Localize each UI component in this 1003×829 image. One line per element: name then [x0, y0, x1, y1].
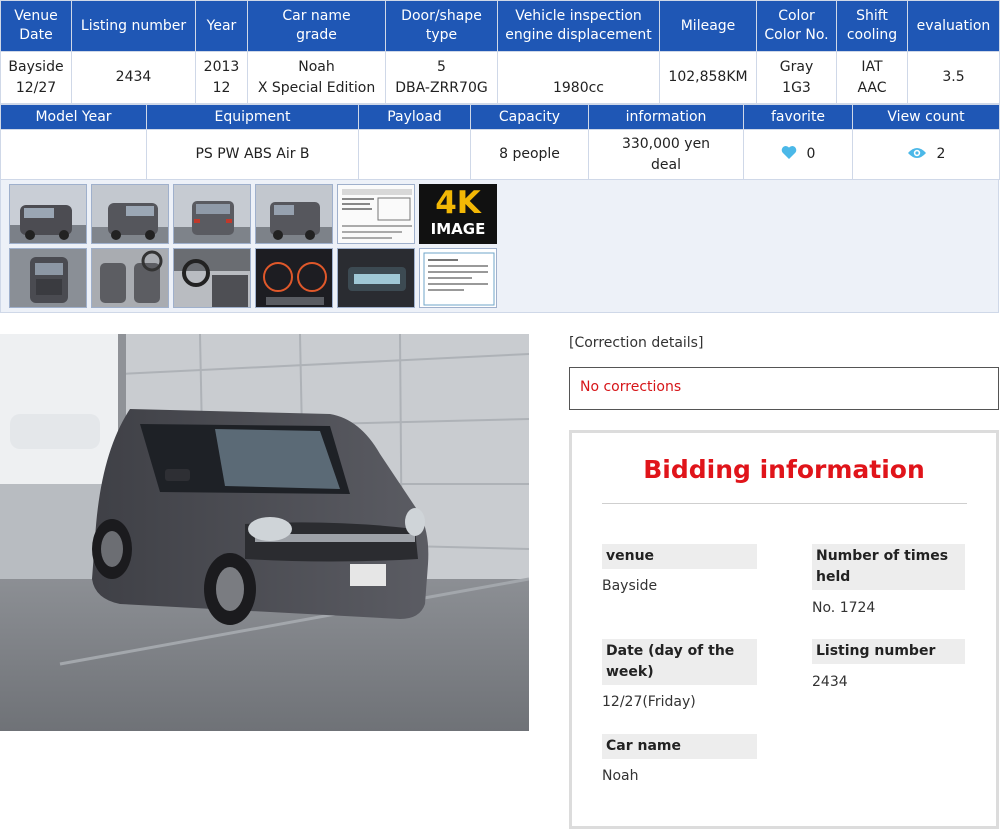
header-payload: Payload [358, 104, 471, 130]
spec-header-row: Venue Date Listing number Year Car name gr… [0, 0, 1000, 52]
view-count-cell: 2 [852, 129, 1000, 180]
view-count: 2 [936, 146, 946, 162]
thumbnail-rear-top[interactable] [9, 248, 87, 308]
venue-label: venue [602, 544, 757, 569]
header-color: Color Color No. [756, 0, 837, 52]
date-value: 12/27(Friday) [602, 694, 696, 710]
listing-number-value: 2434 [812, 674, 848, 690]
header-listing-number: Listing number [71, 0, 196, 52]
thumbnail-instrument-cluster[interactable] [255, 248, 333, 308]
date-label: Date (day of the week) [602, 639, 757, 685]
favorite-count: 0 [806, 146, 816, 162]
thumbnail-front-left[interactable] [9, 184, 87, 244]
cell-door-shape-type: 5 DBA-ZRR70G [385, 51, 498, 104]
header-year: Year [195, 0, 248, 52]
4k-badge: 4K IMAGE [419, 184, 497, 244]
correction-details-box: No corrections [569, 367, 999, 410]
cell-mileage: 102,858KM [659, 51, 757, 104]
car-name-value: Noah [602, 768, 639, 784]
header-inspection-displacement: Vehicle inspection engine displacement [497, 0, 660, 52]
thumbnail-dashboard[interactable] [173, 248, 251, 308]
cell-year: 2013 12 [195, 51, 248, 104]
thumbnail-front-seats[interactable] [91, 248, 169, 308]
cell-venue-date: Bayside 12/27 [0, 51, 72, 104]
cell-car-name-grade: Noah X Special Edition [247, 51, 386, 104]
vehicle-main-photo[interactable] [0, 334, 529, 731]
header-shift-cooling: Shift cooling [836, 0, 908, 52]
car-name-label: Car name [602, 734, 757, 759]
bidding-information-panel: Bidding information venue Bayside Number… [569, 430, 999, 829]
thumbnail-odometer[interactable] [337, 248, 415, 308]
4k-badge-image: IMAGE [419, 220, 497, 238]
secondary-value-row: PS PW ABS Air B 8 people 330,000 yen deal… [0, 129, 1000, 180]
cell-shift-cooling: IAT AAC [836, 51, 908, 104]
correction-details-label: [Correction details] [569, 335, 704, 351]
thumbnail-rear-left[interactable] [255, 184, 333, 244]
bidding-divider [602, 503, 967, 504]
header-favorite: favorite [743, 104, 853, 130]
cell-model-year [0, 129, 147, 180]
times-held-label: Number of times held [812, 544, 965, 590]
spec-table-main: Venue Date Listing number Year Car name gr… [0, 0, 1000, 104]
header-equipment: Equipment [146, 104, 359, 130]
cell-evaluation: 3.5 [907, 51, 1000, 104]
header-mileage: Mileage [659, 0, 757, 52]
header-evaluation: evaluation [907, 0, 1000, 52]
cell-information: 330,000 yen deal [588, 129, 744, 180]
correction-status: No corrections [580, 379, 682, 395]
header-car-name-grade: Car name grade [247, 0, 386, 52]
cell-listing-number: 2434 [71, 51, 196, 104]
thumbnail-front-right[interactable] [91, 184, 169, 244]
cell-color: Gray 1G3 [756, 51, 837, 104]
listing-number-label: Listing number [812, 639, 965, 664]
cell-capacity: 8 people [470, 129, 589, 180]
thumbnail-auction-sheet[interactable] [337, 184, 415, 244]
bidding-title: Bidding information [643, 455, 925, 484]
heart-icon [781, 146, 796, 159]
eye-icon [907, 148, 926, 158]
spec-table-secondary: Model Year Equipment Payload Capacity in… [0, 104, 1000, 180]
times-held-value: No. 1724 [812, 600, 876, 616]
header-capacity: Capacity [470, 104, 589, 130]
header-door-shape-type: Door/shape type [385, 0, 498, 52]
header-information: information [588, 104, 744, 130]
4k-badge-4k: 4K [435, 185, 481, 221]
header-venue-date: Venue Date [0, 0, 72, 52]
thumbnail-rear[interactable] [173, 184, 251, 244]
spec-value-row: Bayside 12/27 2434 2013 12 Noah X Special E… [0, 51, 1000, 104]
thumbnail-4k-image[interactable]: 4K IMAGE [419, 184, 497, 244]
venue-value: Bayside [602, 578, 658, 594]
thumbnail-gallery: 4K IMAGE [0, 179, 999, 313]
favorite-button[interactable]: 0 [743, 129, 853, 180]
thumbnail-inspection-document[interactable] [419, 248, 497, 308]
secondary-header-row: Model Year Equipment Payload Capacity in… [0, 104, 1000, 130]
header-view-count: View count [852, 104, 1000, 130]
header-model-year: Model Year [0, 104, 147, 130]
cell-inspection-displacement: 1980cc [497, 51, 660, 104]
cell-equipment: PS PW ABS Air B [146, 129, 359, 180]
cell-payload [358, 129, 471, 180]
